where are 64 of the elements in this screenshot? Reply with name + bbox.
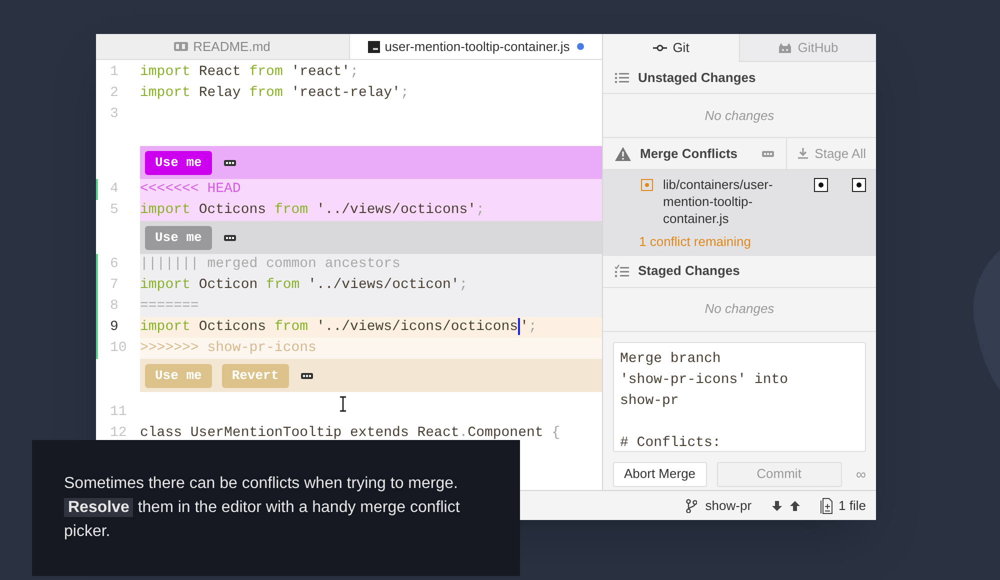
line-number: 11 — [109, 403, 127, 422]
more-icon — [224, 234, 236, 240]
code-line: import Octicons from '../views/icons/octicons'; — [140, 317, 537, 337]
code-line: ||||||| merged common ancestors — [140, 255, 400, 274]
conflict-file-item[interactable]: lib/containers/user-mention-tooltip-container.js 1 conflict remaining — [603, 170, 876, 256]
line-number: 8 — [109, 297, 118, 316]
fetch-icon — [772, 500, 782, 510]
cat-icon — [778, 42, 792, 52]
diff-file-icon — [820, 498, 833, 514]
code-line: import Octicon from '../views/octicon'; — [140, 276, 468, 295]
empty-message: No changes — [704, 106, 774, 125]
resolve-theirs-icon — [852, 178, 866, 192]
resolution-button[interactable]: Use me — [145, 150, 212, 174]
download-icon — [796, 148, 809, 159]
line-number: 7 — [109, 276, 118, 295]
code-line: <<<<<<< HEAD — [140, 180, 241, 199]
modified-dot-icon — [576, 43, 584, 50]
more-icon — [300, 372, 313, 378]
line-number: 4 — [109, 180, 118, 199]
commit-message-field[interactable]: Merge branch 'show-pr-icons' into show-pr # Conflicts: — [613, 342, 866, 452]
commit-icon — [652, 44, 667, 52]
line-number: 10 — [109, 339, 127, 358]
line-number: 2 — [109, 84, 118, 103]
code-line: import React from 'react'; — [140, 63, 358, 82]
conflict-count: 1 conflict remaining — [639, 233, 752, 251]
section-title: Merge Conflicts — [640, 144, 738, 163]
code-line: ======= — [140, 297, 199, 316]
code-line: class UserMentionTooltip extends React.Component { — [140, 424, 560, 443]
resolution-button[interactable]: Use me — [145, 226, 212, 250]
empty-message: No changes — [704, 300, 774, 318]
file-path: lib/containers/user-mention-tooltip-container.js — [663, 176, 774, 227]
push-icon — [790, 500, 800, 510]
code-line: import Octicons from '../views/octicons'; — [140, 201, 484, 220]
branch-name[interactable]: show-pr — [705, 496, 752, 516]
file-tab[interactable]: user-mention-tooltip-container.js — [348, 34, 602, 59]
code-line: import Relay from 'react-relay'; — [140, 84, 409, 103]
coauthor-toggle[interactable]: ∞ — [856, 464, 866, 484]
file-tab[interactable]: README.md — [96, 34, 348, 59]
conflict-status-icon — [641, 179, 653, 191]
section-title: Staged Changes — [638, 262, 740, 280]
changed-files-count[interactable]: 1 file — [838, 496, 866, 516]
more-icon — [762, 150, 774, 156]
code-line: >>>>>>> show-pr-icons — [140, 339, 316, 358]
list-icon — [615, 70, 629, 84]
js-file-icon — [368, 40, 380, 52]
more-icon — [224, 160, 236, 166]
section-title: Unstaged Changes — [638, 68, 756, 87]
line-number: 12 — [109, 424, 127, 443]
line-number: 5 — [109, 201, 118, 220]
markdown-icon — [174, 41, 188, 52]
line-number: 3 — [109, 105, 118, 124]
line-number: 9 — [109, 318, 118, 337]
branch-icon — [686, 498, 698, 512]
warning-icon — [615, 146, 631, 160]
caption-text: Sometimes there can be conflicts when trying to merge. Resolve them in the editor with a handy merge conflict picker. — [64, 474, 461, 542]
abort-merge-button[interactable]: Abort Merge — [613, 462, 707, 486]
resolve-ours-icon — [814, 178, 828, 192]
stage-all-button[interactable]: Stage All — [786, 138, 876, 169]
line-number: 6 — [109, 255, 118, 274]
text-cursor — [518, 318, 520, 335]
text-cursor-icon — [339, 396, 347, 412]
panel-tab[interactable]: GitHub — [739, 34, 876, 62]
line-number: 1 — [109, 63, 118, 82]
checklist-icon — [615, 264, 629, 278]
